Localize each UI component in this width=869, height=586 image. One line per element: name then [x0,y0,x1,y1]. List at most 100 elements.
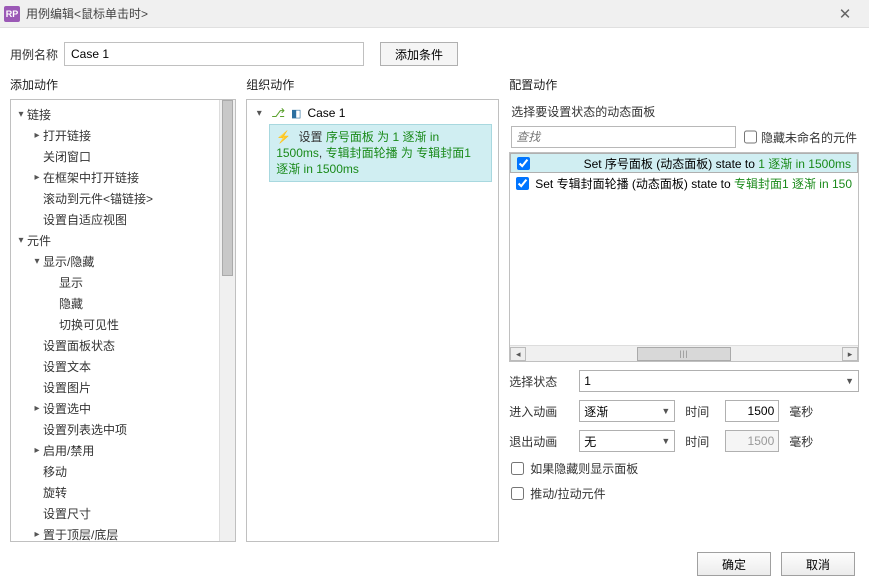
dynamic-panel-list: Set 序号面板 (动态面板) state to 1 逐渐 in 1500ms S… [509,152,859,362]
tree-item-label: 元件 [27,232,51,249]
tree-item-label: 设置列表选中项 [43,421,127,438]
ms-unit: 毫秒 [789,433,813,450]
cancel-button[interactable]: 取消 [781,552,855,576]
tree-item[interactable]: 显示 [11,272,235,293]
tree-item-label: 打开链接 [43,127,91,144]
tree-item[interactable]: ▾元件 [11,230,235,251]
anim-in-select[interactable]: 逐渐 ▼ [579,400,675,422]
tree-item[interactable]: 设置图片 [11,377,235,398]
case-name-input[interactable] [64,42,364,66]
tree-item[interactable]: 切换可见性 [11,314,235,335]
scroll-right-icon[interactable]: ▸ [842,347,858,361]
tree-item[interactable]: 设置尺寸 [11,503,235,524]
case-icon: ⎇ [271,106,285,120]
tree-item[interactable]: 隐藏 [11,293,235,314]
pick-panel-label: 选择要设置状态的动态面板 [509,99,859,124]
tree-item-label: 设置图片 [43,379,91,396]
tree-item-label: 链接 [27,106,51,123]
tree-item[interactable]: 设置面板状态 [11,335,235,356]
title-bar: RP 用例编辑<鼠标单击时> ✕ [0,0,869,28]
tree-item[interactable]: 设置列表选中项 [11,419,235,440]
chevron-right-icon[interactable]: ▸ [31,172,43,183]
state-label: 选择状态 [509,373,569,390]
tree-item-label: 显示 [59,274,83,291]
lightning-icon: ⚡ [276,130,291,144]
search-input[interactable] [511,126,736,148]
list-item-text: Set 专辑封面轮播 (动态面板) state to 专辑封面1 逐渐 in 1… [535,175,852,192]
time-out-label: 时间 [685,433,715,450]
time-in-label: 时间 [685,403,715,420]
tree-item-label: 在框架中打开链接 [43,169,139,186]
chevron-down-icon[interactable]: ▾ [31,256,43,267]
chevron-right-icon[interactable]: ▸ [31,130,43,141]
list-item[interactable]: Set 序号面板 (动态面板) state to 1 逐渐 in 1500ms [510,153,858,173]
tree-item-label: 设置选中 [43,400,91,417]
chevron-right-icon[interactable]: ▸ [31,445,43,456]
tree-item-label: 切换可见性 [59,316,119,333]
add-condition-button[interactable]: 添加条件 [380,42,458,66]
chevron-down-icon[interactable]: ▾ [15,109,27,120]
tree-item[interactable]: 旋转 [11,482,235,503]
tree-item[interactable]: 关闭窗口 [11,146,235,167]
tree-item[interactable]: 设置自适应视图 [11,209,235,230]
app-icon: RP [4,6,20,22]
case-name-label: 用例名称 [10,46,58,63]
list-item[interactable]: Set 专辑封面轮播 (动态面板) state to 专辑封面1 逐渐 in 1… [510,173,858,193]
state-select[interactable]: 1 ▼ [579,370,859,392]
tree-item-label: 启用/禁用 [43,442,94,459]
tree-item[interactable]: 设置文本 [11,356,235,377]
time-out-input [725,430,779,452]
case-name-row: 用例名称 添加条件 [0,28,869,76]
tree-item[interactable]: ▸打开链接 [11,125,235,146]
anim-out-select[interactable]: 无 ▼ [579,430,675,452]
action-item[interactable]: ⚡ 设置 序号面板 为 1 逐渐 in 1500ms, 专辑封面轮播 为 专辑封… [269,124,492,182]
tree-item[interactable]: ▾链接 [11,104,235,125]
tree-item-label: 移动 [43,463,67,480]
push-pull-label: 推动/拉动元件 [530,485,605,502]
ms-unit: 毫秒 [789,403,813,420]
hide-unnamed-check[interactable] [744,126,757,148]
chevron-down-icon: ▼ [845,376,854,386]
show-if-hidden-checkbox[interactable] [511,462,524,475]
tree-item[interactable]: ▾显示/隐藏 [11,251,235,272]
tree-item-label: 设置尺寸 [43,505,91,522]
case-type-icon: ◧ [291,107,301,120]
chevron-right-icon[interactable]: ▸ [31,529,43,540]
time-in-input[interactable] [725,400,779,422]
scroll-left-icon[interactable]: ◂ [510,347,526,361]
case-node[interactable]: ▾ ⎇ ◧ Case 1 [251,104,494,122]
close-icon[interactable]: ✕ [825,5,865,23]
tree-item[interactable]: ▸设置选中 [11,398,235,419]
chevron-right-icon[interactable]: ▸ [31,403,43,414]
chevron-down-icon: ▼ [661,436,670,446]
tree-item-label: 关闭窗口 [43,148,91,165]
mid-header: 组织动作 [246,76,499,99]
case-actions-panel: ▾ ⎇ ◧ Case 1 ⚡ 设置 序号面板 为 1 逐渐 in 1500ms,… [246,99,499,542]
show-if-hidden-label: 如果隐藏则显示面板 [530,460,638,477]
configure-panel: 选择要设置状态的动态面板 隐藏未命名的元件 Set 序号面板 (动态面板) st… [509,99,859,542]
chevron-down-icon: ▼ [661,406,670,416]
right-header: 配置动作 [509,76,859,99]
tree-item-label: 设置自适应视图 [43,211,127,228]
list-item-text: Set 序号面板 (动态面板) state to 1 逐渐 in 1500ms [584,155,851,172]
tree-item[interactable]: ▸置于顶层/底层 [11,524,235,542]
left-header: 添加动作 [10,76,236,99]
list-hscrollbar[interactable]: ◂ ||| ▸ [510,345,858,361]
ok-button[interactable]: 确定 [697,552,771,576]
tree-item[interactable]: ▸在框架中打开链接 [11,167,235,188]
chevron-down-icon[interactable]: ▾ [15,235,27,246]
list-item-checkbox[interactable] [516,177,529,190]
push-pull-checkbox[interactable] [511,487,524,500]
tree-item[interactable]: 滚动到元件<锚链接> [11,188,235,209]
anim-out-label: 退出动画 [509,433,569,450]
tree-scrollbar[interactable] [219,100,235,541]
tree-item-label: 设置面板状态 [43,337,115,354]
tree-item[interactable]: 移动 [11,461,235,482]
dialog-footer: 确定 取消 [0,546,869,586]
list-item-checkbox[interactable] [517,157,530,170]
case-label: Case 1 [307,106,345,120]
hide-unnamed-checkbox[interactable]: 隐藏未命名的元件 [744,126,857,148]
tree-item[interactable]: ▸启用/禁用 [11,440,235,461]
tree-item-label: 显示/隐藏 [43,253,94,270]
window-title: 用例编辑<鼠标单击时> [26,5,825,22]
